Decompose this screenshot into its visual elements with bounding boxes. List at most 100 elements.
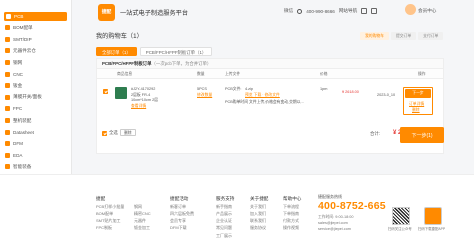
footer-column: 关于捷配 关于我们 加入我们 联系我们 服务协议 bbox=[250, 195, 268, 232]
phone-icon bbox=[297, 8, 303, 14]
datasheet-icon bbox=[5, 129, 10, 135]
sidebar-item-label: 元器件云仓 bbox=[13, 47, 36, 53]
page-title: 我的购物车（1） bbox=[96, 33, 143, 40]
delivery-date: 2023-0_10 bbox=[377, 93, 396, 97]
footer-link[interactable]: 元器件 bbox=[134, 217, 151, 224]
footer-link[interactable]: 服务协议 bbox=[250, 224, 268, 231]
footer-link[interactable]: FPC制板 bbox=[96, 224, 124, 231]
sidebar-item-datasheet[interactable]: Datasheet bbox=[0, 126, 71, 138]
tab-pcb-orders[interactable]: PCB/FPC/HFPF制板订单（1） bbox=[139, 47, 213, 56]
sidebar-item-label: DFM bbox=[13, 141, 23, 147]
sidebar-item-fpc[interactable]: FPC bbox=[0, 103, 71, 115]
equipment-icon bbox=[5, 164, 10, 170]
qr-caption: 扫码关注公众号 bbox=[388, 227, 412, 231]
sidebar-item-dfm[interactable]: DFM bbox=[0, 138, 71, 150]
footer-link[interactable]: 操作视频 bbox=[283, 224, 301, 231]
file-actions[interactable]: 预览 下载 · 修改文件 bbox=[245, 93, 280, 98]
spec-details-link[interactable]: 查看详情 bbox=[131, 104, 146, 109]
footer-link[interactable]: 新手指南 bbox=[216, 203, 234, 210]
footer-column: 捷配活动 新客订单 四六层板免费 会员专享 DFM下载 bbox=[170, 195, 194, 232]
user-name[interactable]: 会员中心 bbox=[418, 8, 436, 14]
footer-link[interactable]: 付款方式 bbox=[283, 217, 301, 224]
eda-icon bbox=[5, 152, 10, 158]
logo[interactable]: 捷配 bbox=[98, 4, 115, 21]
sidebar-item-label: SMT/DIP bbox=[13, 36, 32, 42]
avatar[interactable] bbox=[405, 4, 416, 15]
cart-icon[interactable] bbox=[361, 8, 368, 14]
step-submit: 提交订单 bbox=[390, 32, 417, 41]
footer-column: 服务支持 新手指南 产品展示 企业认证 常见问题 工厂展示 bbox=[216, 195, 234, 239]
section-title: PCB/FPC/HFPF制板订单 bbox=[102, 61, 152, 66]
cart-summary-bar: 全选 删除 合计: ¥ 2,618.00 bbox=[96, 127, 444, 141]
footer-column-title: 帮助中心 bbox=[283, 196, 302, 201]
tab-all-orders[interactable]: 全部订单（1） bbox=[96, 47, 137, 56]
fpc-icon bbox=[5, 106, 10, 112]
row-checkbox[interactable] bbox=[103, 89, 108, 94]
total-label: 合计: bbox=[370, 131, 381, 136]
sidebar-item-eda[interactable]: EDA bbox=[0, 150, 71, 162]
select-all-checkbox[interactable] bbox=[102, 131, 107, 136]
footer-link[interactable]: 常见问题 bbox=[216, 224, 234, 231]
sidebar: PCB BOM配单 SMT/DIP 元器件云仓 钢网 CNC 钣金 薄膜开关/面… bbox=[0, 0, 72, 182]
footer-link[interactable]: DFM下载 bbox=[170, 224, 194, 231]
footer-link[interactable]: 精密CNC bbox=[134, 210, 151, 217]
footer-column: 钢网 精密CNC 元器件 钣金加工 bbox=[134, 195, 151, 232]
footer-link[interactable]: 联系我们 bbox=[250, 217, 268, 224]
footer-link[interactable]: 钣金加工 bbox=[134, 224, 151, 231]
app-qr-code bbox=[424, 207, 442, 225]
footer-link[interactable]: 加入我们 bbox=[250, 210, 268, 217]
select-all-label[interactable]: 全选 bbox=[109, 130, 118, 136]
footer-link[interactable]: 工厂展示 bbox=[216, 232, 234, 239]
dfm-icon bbox=[5, 141, 10, 147]
item-price: ¥ 2618.00 bbox=[342, 90, 359, 94]
sidebar-item-cnc[interactable]: CNC bbox=[0, 68, 71, 80]
message-icon[interactable] bbox=[371, 8, 378, 14]
checkout-next-button[interactable]: 下一步(1) bbox=[400, 127, 444, 143]
sidebar-item-membrane[interactable]: 薄膜开关/面板 bbox=[0, 92, 71, 104]
sidebar-item-label: 整机装配 bbox=[13, 117, 32, 123]
footer-column-title: 捷配活动 bbox=[170, 196, 189, 201]
section-hint: （一次pcb下单，为合并订单） bbox=[151, 61, 212, 66]
sidebar-item-components[interactable]: 元器件云仓 bbox=[0, 45, 71, 57]
footer-link[interactable]: SMT贴片加工 bbox=[96, 217, 124, 224]
sidebar-item-sheet-metal[interactable]: 钣金 bbox=[0, 80, 71, 92]
site-nav-link[interactable]: 网站导航 bbox=[339, 8, 357, 14]
sidebar-item-bom[interactable]: BOM配单 bbox=[0, 22, 71, 34]
delete-link[interactable]: 删除 bbox=[412, 108, 420, 113]
sidebar-item-smt[interactable]: SMT/DIP bbox=[0, 34, 71, 46]
footer-link[interactable]: 钢网 bbox=[134, 203, 151, 210]
hotline-link[interactable]: 400-990-8666 bbox=[306, 9, 335, 14]
order-details-link[interactable]: 订单详情 bbox=[409, 102, 424, 107]
sidebar-item-label: 钣金 bbox=[13, 82, 23, 88]
col-price: 价格 bbox=[320, 71, 328, 76]
footer-link[interactable]: 新客订单 bbox=[170, 203, 194, 210]
sidebar-item-label: 薄膜开关/面板 bbox=[13, 94, 42, 100]
footer-link[interactable]: 关于我们 bbox=[250, 203, 268, 210]
wechat-link[interactable]: 微信 bbox=[284, 8, 293, 14]
assembly-icon bbox=[5, 118, 10, 124]
hotline-number: 400-8752-665 bbox=[318, 200, 386, 212]
sidebar-item-label: Datasheet bbox=[13, 129, 34, 135]
delete-selected-button[interactable]: 删除 bbox=[120, 129, 136, 136]
sidebar-item-stencil[interactable]: 钢网 bbox=[0, 57, 71, 69]
footer-link[interactable]: 企业认证 bbox=[216, 217, 234, 224]
file-notice: PCB购单时间 文件上传,价格会有变动,交期以... bbox=[225, 100, 304, 104]
spec-line-2: 10cm*10cm 2层 bbox=[131, 98, 159, 102]
order-next-button[interactable]: 下一步 bbox=[405, 89, 431, 98]
footer-link[interactable]: 下单流程 bbox=[283, 203, 301, 210]
site-footer: 捷配 PCB打样小批量 BOM配单 SMT贴片加工 FPC制板 钢网 精密CNC… bbox=[0, 174, 474, 249]
sidebar-item-assembly[interactable]: 整机装配 bbox=[0, 115, 71, 127]
footer-link[interactable]: 会员专享 bbox=[170, 217, 194, 224]
sheet-metal-icon bbox=[5, 83, 10, 89]
footer-link[interactable]: 产品展示 bbox=[216, 210, 234, 217]
modify-quantity-link[interactable]: 修改数量 bbox=[197, 93, 212, 98]
step-cart: 我的购物车 bbox=[360, 32, 389, 41]
sidebar-item-pcb[interactable]: PCB bbox=[4, 12, 67, 21]
order-number: #J2Y-4170292 bbox=[131, 87, 156, 91]
footer-link[interactable]: 四六层板免费 bbox=[170, 210, 194, 217]
footer-link[interactable]: BOM配单 bbox=[96, 210, 124, 217]
footer-link[interactable]: PCB打样小批量 bbox=[96, 203, 124, 210]
sidebar-item-equipment[interactable]: 智能装备 bbox=[0, 161, 71, 173]
footer-link[interactable]: 下单指南 bbox=[283, 210, 301, 217]
stencil-icon bbox=[5, 60, 10, 66]
